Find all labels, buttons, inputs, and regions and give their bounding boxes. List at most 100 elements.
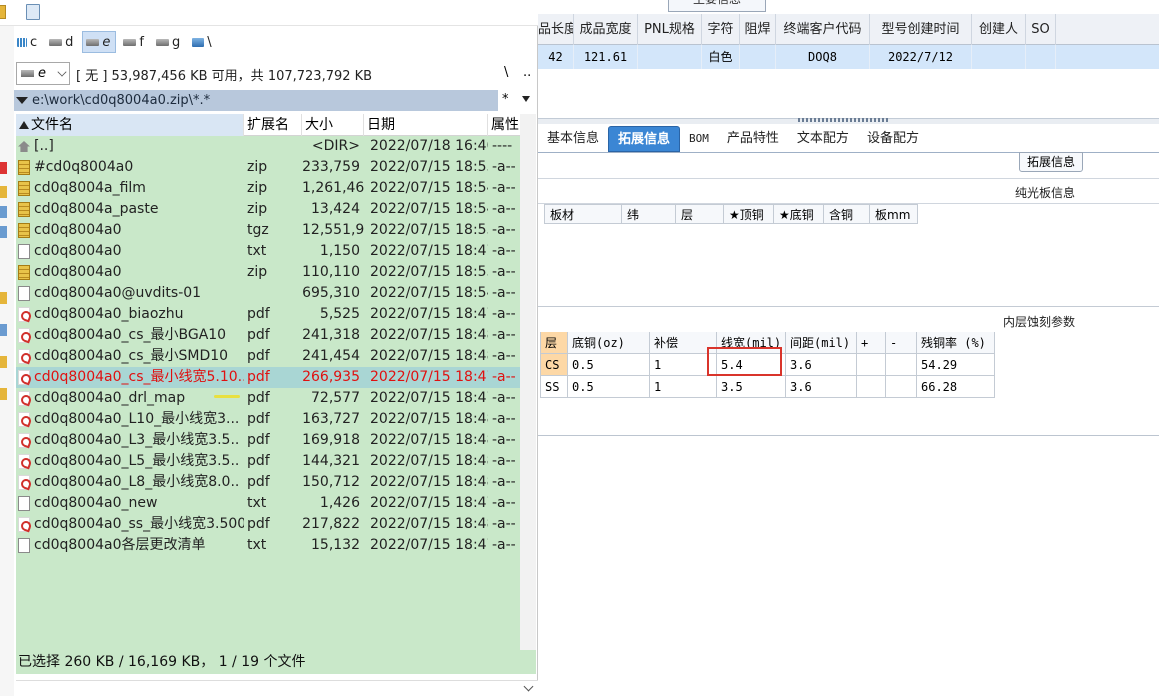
file-row[interactable]: cd0q8004a0_cs_最小SMD10 pdf 241,454 2022/07/1… <box>16 346 536 367</box>
parent-dir-button[interactable]: .. <box>523 65 531 80</box>
file-row[interactable]: cd0q8004a0_drl_map pdf 72,577 2022/07/15 18… <box>16 388 536 409</box>
file-row[interactable]: cd0q8004a0_new txt 1,426 2022/07/15 18:47 -a… <box>16 493 536 514</box>
document-icon[interactable] <box>0 206 7 218</box>
grid-header-cell[interactable]: 层 <box>676 204 724 224</box>
file-row[interactable]: cd0q8004a0_L8_最小线宽8.0.. pdf 150,712 2022/07… <box>16 472 536 493</box>
grid-header-cell[interactable]: 型号创建时间 <box>870 14 972 45</box>
table-cell[interactable]: CS <box>540 354 568 376</box>
tab-extended-info[interactable]: 拓展信息 <box>608 126 681 152</box>
splitter-grip[interactable] <box>798 118 888 122</box>
file-name-cell: cd0q8004a_film <box>16 178 244 199</box>
column-header-name[interactable]: 文件名 <box>16 114 244 136</box>
current-path-bar[interactable]: e:\work\cd0q8004a0.zip\*.* <box>14 90 498 111</box>
table-cell[interactable]: 54.29 <box>917 354 995 376</box>
root-dir-button[interactable]: \ <box>504 65 508 80</box>
table-cell[interactable]: 0.5 <box>568 376 650 398</box>
drive-select[interactable]: e <box>16 62 70 85</box>
tab-bom[interactable]: BOM <box>680 126 718 152</box>
filter-star[interactable]: * <box>502 92 509 107</box>
chevron-down-icon[interactable] <box>523 681 534 692</box>
extract-icon[interactable] <box>0 388 7 400</box>
column-header-ext[interactable]: 扩展名 <box>244 114 302 136</box>
table-cell[interactable]: 3.5 <box>717 376 786 398</box>
tab-text-recipe[interactable]: 文本配方 <box>788 126 858 152</box>
history-dropdown-icon[interactable] <box>16 97 28 104</box>
table-cell[interactable]: 3.6 <box>786 354 857 376</box>
header-cell[interactable]: 间距(mil) <box>786 332 857 354</box>
pdf-file-icon <box>18 349 30 364</box>
grid-header-cell[interactable]: ★顶铜 <box>724 204 774 224</box>
settings-icon[interactable] <box>0 324 7 336</box>
package-icon[interactable] <box>0 292 7 304</box>
tab-basic-info[interactable]: 基本信息 <box>538 126 608 152</box>
table-row[interactable]: SS 0.5 1 3.5 3.6 66.28 <box>540 376 995 398</box>
file-row[interactable]: cd0q8004a_paste zip 13,424 2022/07/15 18:54… <box>16 199 536 220</box>
table-cell[interactable] <box>886 354 917 376</box>
copy-icon[interactable] <box>0 226 7 238</box>
grid-header-cell[interactable]: 字符 <box>702 14 740 45</box>
drive-d-button[interactable]: d <box>46 31 78 53</box>
table-cell[interactable]: SS <box>540 376 568 398</box>
grid-header-cell[interactable]: ★底铜 <box>774 204 824 224</box>
file-row[interactable]: cd0q8004a0_ss_最小线宽3.500 pdf 217,822 2022/07… <box>16 514 536 535</box>
filter-dropdown-icon[interactable] <box>522 96 530 102</box>
file-row[interactable]: cd0q8004a0_cs_最小BGA10 pdf 241,318 2022/07/1… <box>16 325 536 346</box>
command-line[interactable] <box>16 680 538 696</box>
grid-header-cell[interactable]: 板mm <box>870 204 918 224</box>
file-row[interactable]: cd0q8004a0 zip 110,110 2022/07/15 18:55 -a-- <box>16 262 536 283</box>
drive-g-button[interactable]: g <box>153 31 185 53</box>
header-cell[interactable]: - <box>886 332 917 354</box>
grid-header-cell[interactable]: PNL规格 <box>638 14 702 45</box>
notepad-icon[interactable] <box>26 4 40 20</box>
grid-header-cell[interactable]: 成品宽度 <box>574 14 638 45</box>
file-row[interactable]: cd0q8004a0_L10_最小线宽3... pdf 163,727 2022/07… <box>16 409 536 430</box>
folder-icon[interactable] <box>0 186 7 198</box>
table-cell[interactable]: 0.5 <box>568 354 650 376</box>
drive-e-button[interactable]: e <box>82 31 117 53</box>
grid-header-cell[interactable]: 纬 <box>622 204 676 224</box>
file-ext: pdf <box>247 432 270 448</box>
file-row[interactable]: cd0q8004a0_biaozhu pdf 5,525 2022/07/15 18:… <box>16 304 536 325</box>
header-cell[interactable]: 残铜率 (%) <box>917 332 995 354</box>
grid-header-cell[interactable]: 含铜 <box>824 204 870 224</box>
header-cell[interactable]: 层 <box>540 332 568 354</box>
grid-header-cell[interactable]: 终端客户代码 <box>776 14 870 45</box>
table-cell[interactable] <box>857 376 886 398</box>
delete-icon[interactable] <box>0 162 7 174</box>
table-cell[interactable] <box>886 376 917 398</box>
file-row[interactable]: #cd0q8004a0 zip 233,759 2022/07/15 18:55 -a-… <box>16 157 536 178</box>
main-info-tab[interactable]: 主要信息 <box>668 0 766 12</box>
file-list-scrollbar[interactable] <box>520 114 536 654</box>
file-row[interactable]: cd0q8004a_film zip 1,261,461 2022/07/15 18:… <box>16 178 536 199</box>
header-cell[interactable]: 底铜(oz) <box>568 332 650 354</box>
table-cell[interactable]: 66.28 <box>917 376 995 398</box>
table-cell[interactable] <box>857 354 886 376</box>
extended-info-group-button[interactable]: 拓展信息 <box>1019 152 1083 172</box>
archive-icon[interactable] <box>0 356 7 368</box>
tab-product-features[interactable]: 产品特性 <box>718 126 788 152</box>
grid-header-cell[interactable]: 阻焊 <box>740 14 776 45</box>
header-cell[interactable]: + <box>857 332 886 354</box>
network-drive-button[interactable]: \ <box>189 31 216 53</box>
drive-f-button[interactable]: f <box>120 31 149 53</box>
column-header-date[interactable]: 日期 <box>364 114 488 136</box>
folder-icon[interactable] <box>0 5 6 19</box>
file-row[interactable]: cd0q8004a0_L3_最小线宽3.5.. pdf 169,918 2022/07… <box>16 430 536 451</box>
file-row[interactable]: cd0q8004a0@uvdits-01 695,310 2022/07/15 18… <box>16 283 536 304</box>
table-cell[interactable]: 3.6 <box>786 376 857 398</box>
file-row[interactable]: cd0q8004a0_L5_最小线宽3.5.. pdf 144,321 2022/07… <box>16 451 536 472</box>
file-row[interactable]: cd0q8004a0各层更改清单 txt 15,132 2022/07/15 18:4… <box>16 535 536 556</box>
product-grid-row[interactable]: 42 121.61 白色 DOQ8 2022/7/12 <box>538 45 1159 69</box>
file-row[interactable]: cd0q8004a0tgz12,551,9042022/07/15 18:55-… <box>16 220 536 241</box>
file-row[interactable]: cd0q8004a0_cs_最小线宽5.10.. pdf 266,935 2022/0… <box>16 367 536 388</box>
grid-header-cell[interactable]: 品长度 <box>538 14 574 45</box>
tab-equipment-recipe[interactable]: 设备配方 <box>858 126 928 152</box>
table-cell[interactable]: 1 <box>650 376 717 398</box>
file-row[interactable]: cd0q8004a0 txt 1,150 2022/07/15 18:47 -a-- <box>16 241 536 262</box>
grid-header-cell[interactable]: 创建人 <box>972 14 1026 45</box>
drive-c-button[interactable]: c <box>14 31 42 53</box>
column-header-size[interactable]: 大小 <box>302 114 364 136</box>
grid-header-cell[interactable]: 板材 <box>544 204 622 224</box>
file-row[interactable]: [..] <DIR> 2022/07/18 16:40 ---- <box>16 136 536 157</box>
grid-header-cell[interactable]: SO <box>1026 14 1056 45</box>
